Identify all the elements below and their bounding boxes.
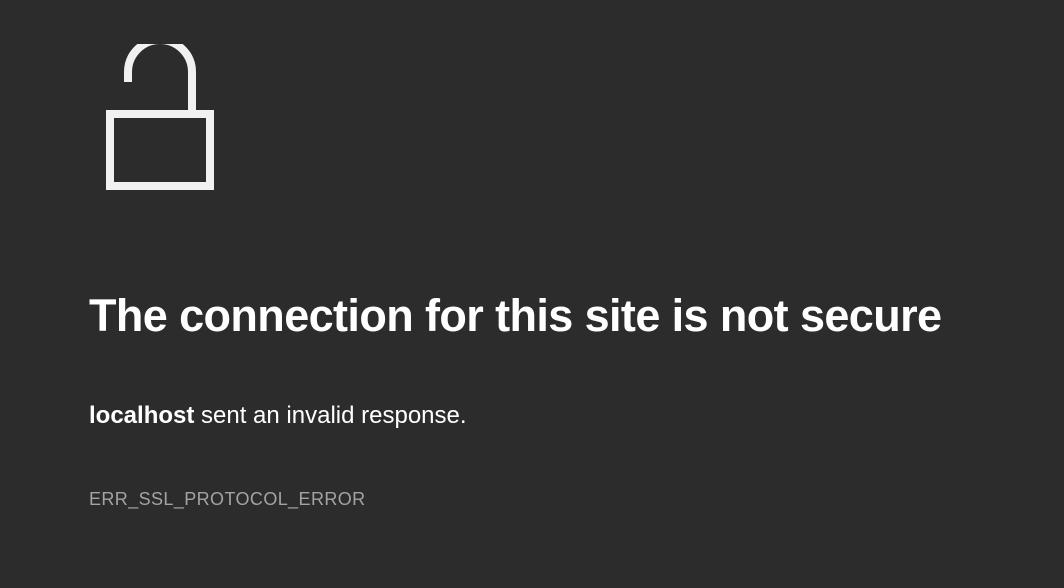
page-title: The connection for this site is not secu… xyxy=(89,290,942,341)
error-page: The connection for this site is not secu… xyxy=(0,0,1064,588)
message-text: sent an invalid response. xyxy=(194,402,467,429)
error-message: localhost sent an invalid response. xyxy=(89,400,467,432)
host-name: localhost xyxy=(89,402,195,429)
error-code: ERR_SSL_PROTOCOL_ERROR xyxy=(89,489,366,509)
lock-open-icon xyxy=(104,44,216,192)
